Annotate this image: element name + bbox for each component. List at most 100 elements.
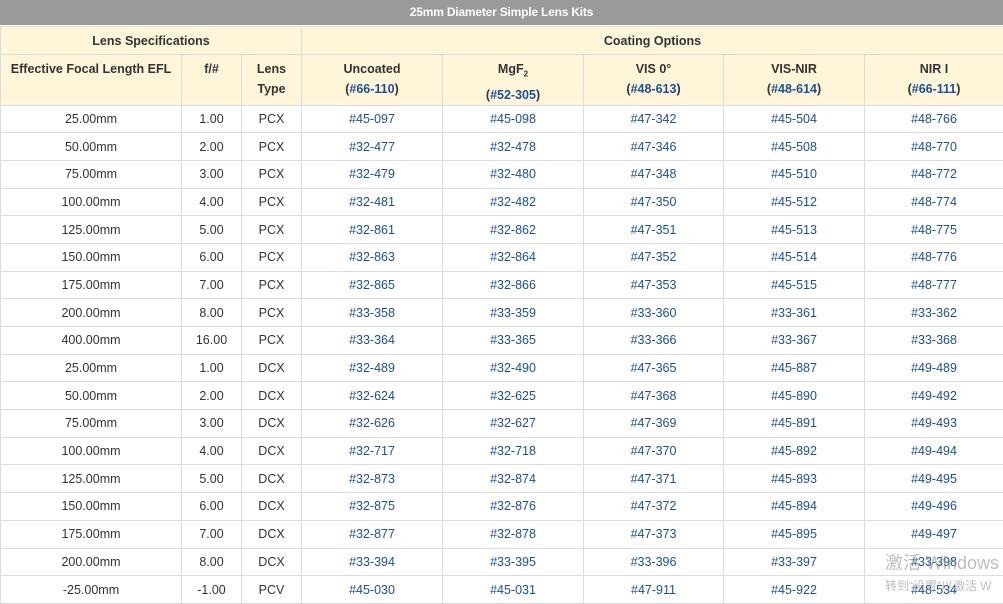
mgf2-part-link[interactable]: #32-627: [490, 416, 536, 430]
mgf2-part-link[interactable]: #45-031: [490, 583, 536, 597]
nir-i-part-link[interactable]: #48-774: [911, 195, 957, 209]
mgf2-part-link[interactable]: #32-862: [490, 223, 536, 237]
uncoated-part-link[interactable]: #32-489: [349, 361, 395, 375]
uncoated-part-link[interactable]: #32-624: [349, 389, 395, 403]
nir-i-part-link[interactable]: #49-494: [911, 444, 957, 458]
vis0-kit-link[interactable]: #48-613: [631, 82, 677, 96]
uncoated-part-link[interactable]: #32-877: [349, 527, 395, 541]
table-row: 200.00mm8.00PCX#33-358#33-359#33-360#33-…: [1, 299, 1003, 327]
mgf2-part-link[interactable]: #32-480: [490, 167, 536, 181]
vis0-part-link[interactable]: #47-352: [631, 250, 677, 264]
vis-nir-part-link[interactable]: #45-510: [771, 167, 817, 181]
mgf2-kit-link[interactable]: #52-305: [490, 88, 536, 102]
vis0-part-link[interactable]: #47-351: [631, 223, 677, 237]
nir-i-part-link[interactable]: #49-495: [911, 472, 957, 486]
mgf2-part-link[interactable]: #32-490: [490, 361, 536, 375]
nir-i-part-link[interactable]: #49-492: [911, 389, 957, 403]
vis-nir-part-link[interactable]: #33-397: [771, 555, 817, 569]
vis-nir-part-link[interactable]: #45-512: [771, 195, 817, 209]
vis0-part-link[interactable]: #47-373: [631, 527, 677, 541]
mgf2-part-link[interactable]: #32-625: [490, 389, 536, 403]
lens-type-cell: DCX: [242, 354, 302, 382]
nir-i-cell: #48-776: [865, 243, 1003, 271]
mgf2-part-link[interactable]: #32-878: [490, 527, 536, 541]
vis0-part-link[interactable]: #47-371: [631, 472, 677, 486]
vis0-part-link[interactable]: #47-370: [631, 444, 677, 458]
nir-i-cell: #49-492: [865, 382, 1003, 410]
vis-nir-part-link[interactable]: #45-892: [771, 444, 817, 458]
vis0-part-link[interactable]: #47-369: [631, 416, 677, 430]
nir-i-part-link[interactable]: #48-534: [911, 583, 957, 597]
nir-i-part-link[interactable]: #48-775: [911, 223, 957, 237]
uncoated-part-link[interactable]: #33-358: [349, 306, 395, 320]
uncoated-part-link[interactable]: #33-394: [349, 555, 395, 569]
vis0-part-link[interactable]: #33-366: [631, 333, 677, 347]
uncoated-part-link[interactable]: #45-030: [349, 583, 395, 597]
uncoated-part-link[interactable]: #32-861: [349, 223, 395, 237]
vis-nir-kit-link[interactable]: #48-614: [771, 82, 817, 96]
nir-i-part-link[interactable]: #33-398: [911, 555, 957, 569]
uncoated-part-link[interactable]: #32-873: [349, 472, 395, 486]
vis0-part-link[interactable]: #47-911: [631, 583, 676, 597]
nir-i-part-link[interactable]: #49-496: [911, 499, 957, 513]
uncoated-cell: #32-626: [302, 410, 443, 438]
vis-nir-part-link[interactable]: #45-515: [771, 278, 817, 292]
vis0-part-link[interactable]: #47-346: [631, 140, 677, 154]
vis-nir-part-link[interactable]: #33-361: [771, 306, 817, 320]
vis-nir-part-link[interactable]: #45-890: [771, 389, 817, 403]
uncoated-part-link[interactable]: #32-479: [349, 167, 395, 181]
mgf2-part-link[interactable]: #32-874: [490, 472, 536, 486]
vis0-part-link[interactable]: #47-350: [631, 195, 677, 209]
vis0-part-link[interactable]: #47-348: [631, 167, 677, 181]
nir-i-part-link[interactable]: #33-362: [911, 306, 957, 320]
vis-nir-part-link[interactable]: #45-894: [771, 499, 817, 513]
mgf2-part-link[interactable]: #45-098: [490, 112, 536, 126]
mgf2-part-link[interactable]: #33-395: [490, 555, 536, 569]
uncoated-part-link[interactable]: #32-863: [349, 250, 395, 264]
vis-nir-part-link[interactable]: #45-504: [771, 112, 817, 126]
vis-nir-part-link[interactable]: #45-922: [771, 583, 817, 597]
nir-i-part-link[interactable]: #48-776: [911, 250, 957, 264]
uncoated-part-link[interactable]: #32-875: [349, 499, 395, 513]
vis-nir-part-link[interactable]: #45-895: [771, 527, 817, 541]
uncoated-part-link[interactable]: #32-477: [349, 140, 395, 154]
vis-nir-part-link[interactable]: #45-893: [771, 472, 817, 486]
vis0-part-link[interactable]: #47-342: [631, 112, 677, 126]
nir-i-part-link[interactable]: #48-770: [911, 140, 957, 154]
mgf2-part-link[interactable]: #33-359: [490, 306, 536, 320]
uncoated-part-link[interactable]: #33-364: [349, 333, 395, 347]
vis0-part-link[interactable]: #47-365: [631, 361, 677, 375]
nir-i-kit-link[interactable]: #66-111: [912, 82, 957, 96]
vis0-part-link[interactable]: #33-396: [631, 555, 677, 569]
nir-i-part-link[interactable]: #48-777: [911, 278, 957, 292]
mgf2-part-link[interactable]: #32-864: [490, 250, 536, 264]
vis0-part-link[interactable]: #33-360: [631, 306, 677, 320]
uncoated-part-link[interactable]: #32-865: [349, 278, 395, 292]
vis0-part-link[interactable]: #47-372: [631, 499, 677, 513]
nir-i-part-link[interactable]: #48-772: [911, 167, 957, 181]
vis-nir-part-link[interactable]: #33-367: [771, 333, 817, 347]
uncoated-kit-link[interactable]: #66-110: [349, 82, 394, 96]
mgf2-part-link[interactable]: #32-866: [490, 278, 536, 292]
nir-i-part-link[interactable]: #49-493: [911, 416, 957, 430]
uncoated-part-link[interactable]: #32-626: [349, 416, 395, 430]
uncoated-part-link[interactable]: #45-097: [349, 112, 395, 126]
nir-i-part-link[interactable]: #49-489: [911, 361, 957, 375]
uncoated-part-link[interactable]: #32-717: [349, 444, 395, 458]
mgf2-part-link[interactable]: #32-718: [490, 444, 536, 458]
mgf2-part-link[interactable]: #32-482: [490, 195, 536, 209]
vis0-part-link[interactable]: #47-353: [631, 278, 677, 292]
uncoated-part-link[interactable]: #32-481: [349, 195, 395, 209]
vis-nir-part-link[interactable]: #45-891: [771, 416, 817, 430]
vis-nir-part-link[interactable]: #45-514: [771, 250, 817, 264]
vis-nir-part-link[interactable]: #45-513: [771, 223, 817, 237]
vis-nir-part-link[interactable]: #45-887: [771, 361, 817, 375]
mgf2-part-link[interactable]: #32-478: [490, 140, 536, 154]
vis-nir-part-link[interactable]: #45-508: [771, 140, 817, 154]
nir-i-part-link[interactable]: #49-497: [911, 527, 957, 541]
nir-i-part-link[interactable]: #33-368: [911, 333, 957, 347]
vis0-part-link[interactable]: #47-368: [631, 389, 677, 403]
mgf2-part-link[interactable]: #32-876: [490, 499, 536, 513]
mgf2-part-link[interactable]: #33-365: [490, 333, 536, 347]
nir-i-part-link[interactable]: #48-766: [911, 112, 957, 126]
